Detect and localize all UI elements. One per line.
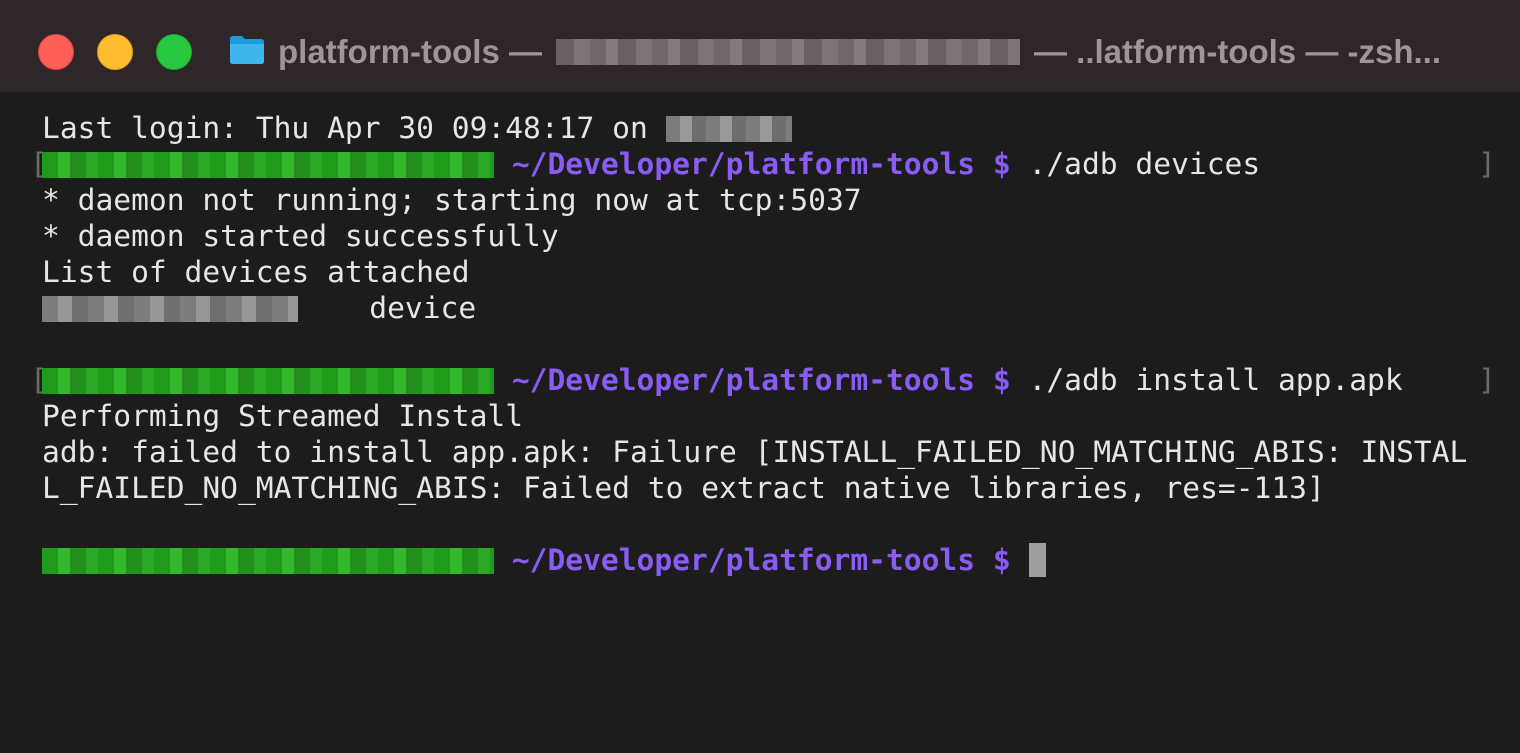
last-login-text: Last login: Thu Apr 30 09:48:17 on bbox=[42, 111, 666, 145]
user-host-redacted bbox=[42, 548, 494, 574]
prompt-line-current: ~/Developer/platform-tools $ bbox=[42, 542, 1046, 578]
mark-bracket-close: ] bbox=[1478, 363, 1496, 397]
output-line: Performing Streamed Install bbox=[42, 399, 524, 433]
title-redacted bbox=[555, 39, 1020, 65]
output-line: List of devices attached bbox=[42, 255, 470, 289]
device-state: device bbox=[369, 291, 477, 325]
output-line: * daemon not running; starting now at tc… bbox=[42, 183, 862, 217]
device-line: device bbox=[42, 290, 476, 326]
terminal-content[interactable]: Last login: Thu Apr 30 09:48:17 on [ ~/D… bbox=[0, 92, 1520, 753]
close-button[interactable] bbox=[38, 34, 74, 70]
mark-bracket-close: ] bbox=[1478, 147, 1496, 181]
window-title: platform-tools — — ..latform-tools — -zs… bbox=[278, 30, 1441, 74]
user-host-redacted bbox=[42, 368, 494, 394]
prompt-line: ~/Developer/platform-tools $ ./adb insta… bbox=[42, 362, 1403, 398]
text-cursor[interactable] bbox=[1028, 543, 1046, 577]
terminal-window: platform-tools — — ..latform-tools — -zs… bbox=[0, 0, 1520, 753]
error-line: L_FAILED_NO_MATCHING_ABIS: Failed to ext… bbox=[42, 471, 1325, 505]
folder-icon bbox=[230, 36, 264, 64]
title-app: platform-tools — bbox=[278, 33, 542, 70]
command-text: ./adb devices bbox=[1028, 147, 1261, 181]
host-redacted bbox=[665, 116, 792, 142]
prompt-line: ~/Developer/platform-tools $ ./adb devic… bbox=[42, 146, 1260, 182]
device-serial-redacted bbox=[42, 296, 298, 322]
prompt-path: ~/Developer/platform-tools $ bbox=[511, 543, 1011, 577]
title-rest: — ..latform-tools — -zsh... bbox=[1033, 33, 1441, 70]
prompt-path: ~/Developer/platform-tools $ bbox=[511, 147, 1011, 181]
zoom-button[interactable] bbox=[156, 34, 192, 70]
prompt-path: ~/Developer/platform-tools $ bbox=[511, 363, 1011, 397]
output-line: * daemon started successfully bbox=[42, 219, 559, 253]
minimize-button[interactable] bbox=[97, 34, 133, 70]
user-host-redacted bbox=[42, 152, 494, 178]
title-bar[interactable]: platform-tools — — ..latform-tools — -zs… bbox=[0, 0, 1520, 92]
command-text: ./adb install app.apk bbox=[1028, 363, 1403, 397]
error-line: adb: failed to install app.apk: Failure … bbox=[42, 435, 1468, 469]
last-login-line: Last login: Thu Apr 30 09:48:17 on bbox=[42, 110, 792, 146]
